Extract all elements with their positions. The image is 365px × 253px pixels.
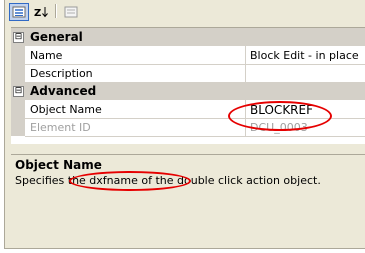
property-value: DCU_0003 [250, 121, 308, 134]
property-pages-button[interactable] [61, 3, 81, 21]
description-panel: Object Name Specifies the dxfname of the… [11, 154, 365, 235]
property-name: Description [30, 67, 93, 80]
property-row-element-id: Element ID DCU_0003 [11, 118, 365, 137]
sort-alphabetical-button[interactable]: Z [31, 3, 51, 21]
property-name: Element ID [30, 121, 91, 134]
description-title: Object Name [15, 158, 102, 172]
category-label: Advanced [30, 84, 97, 98]
categorized-button[interactable] [9, 3, 29, 21]
row-gutter [11, 100, 25, 118]
collapse-icon[interactable]: ⊟ [13, 86, 24, 97]
property-row-description[interactable]: Description [11, 64, 365, 83]
collapse-icon[interactable]: ⊟ [13, 32, 24, 43]
toolbar-separator [55, 4, 57, 18]
property-value[interactable]: Block Edit - in place [250, 49, 359, 62]
row-gutter [11, 64, 25, 82]
row-gutter [11, 46, 25, 64]
property-row-object-name[interactable]: Object Name BLOCKREF [11, 100, 365, 119]
properties-palette: Z ⊟ General Name Block Edit - in place D… [4, 0, 365, 249]
categorized-icon [12, 6, 26, 18]
category-general[interactable]: ⊟ General [11, 28, 365, 46]
category-advanced[interactable]: ⊟ Advanced [11, 82, 365, 100]
property-value[interactable]: BLOCKREF [250, 103, 313, 117]
properties-toolbar: Z [5, 0, 365, 22]
svg-text:Z: Z [34, 8, 41, 19]
property-name: Name [30, 49, 63, 62]
property-grid: ⊟ General Name Block Edit - in place Des… [11, 27, 365, 144]
property-pages-icon [64, 6, 78, 18]
category-label: General [30, 30, 83, 44]
property-name: Object Name [30, 103, 102, 116]
row-gutter [11, 118, 25, 136]
description-text: Specifies the dxfname of the double clic… [15, 174, 321, 187]
property-row-name[interactable]: Name Block Edit - in place [11, 46, 365, 65]
sort-alphabetical-icon: Z [34, 7, 48, 19]
